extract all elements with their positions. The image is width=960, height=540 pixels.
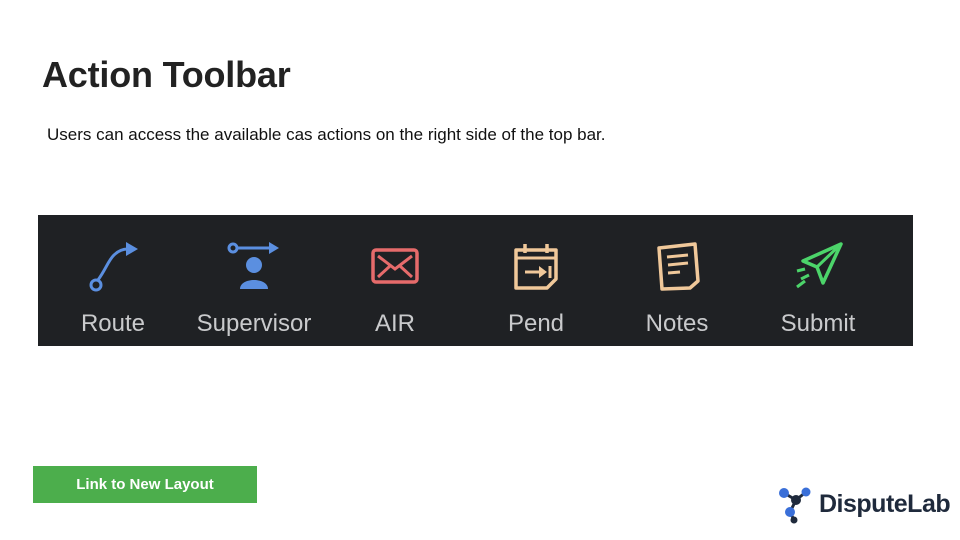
air-label: AIR — [374, 310, 415, 337]
pend-label: Pend — [507, 310, 565, 337]
notes-label: Notes — [645, 310, 709, 337]
supervisor-button[interactable]: Supervisor — [191, 215, 317, 346]
logo-text: DisputeLab — [819, 489, 951, 518]
disputelab-logo: DisputeLab — [776, 484, 951, 524]
supervisor-label: Supervisor — [196, 310, 312, 337]
notes-button[interactable]: Notes — [614, 215, 740, 346]
page-title: Action Toolbar — [42, 54, 291, 95]
submit-button[interactable]: Submit — [755, 215, 881, 346]
envelope-icon — [371, 248, 419, 284]
route-button[interactable]: Route — [50, 215, 176, 346]
notes-icon — [657, 242, 700, 291]
paper-plane-icon — [796, 242, 843, 289]
route-label: Route — [80, 310, 146, 337]
pend-button[interactable]: Pend — [473, 215, 599, 346]
route-icon — [89, 242, 138, 292]
action-toolbar: Route Supervisor AIR Pend Notes Submit — [38, 215, 913, 346]
link-to-new-layout-button[interactable]: Link to New Layout — [33, 466, 257, 503]
molecule-logo-icon — [779, 487, 811, 524]
air-button[interactable]: AIR — [332, 215, 458, 346]
supervisor-icon — [227, 242, 279, 289]
calendar-pend-icon — [514, 244, 558, 290]
page-subtitle: Users can access the available cas actio… — [47, 125, 606, 144]
submit-label: Submit — [780, 310, 856, 337]
